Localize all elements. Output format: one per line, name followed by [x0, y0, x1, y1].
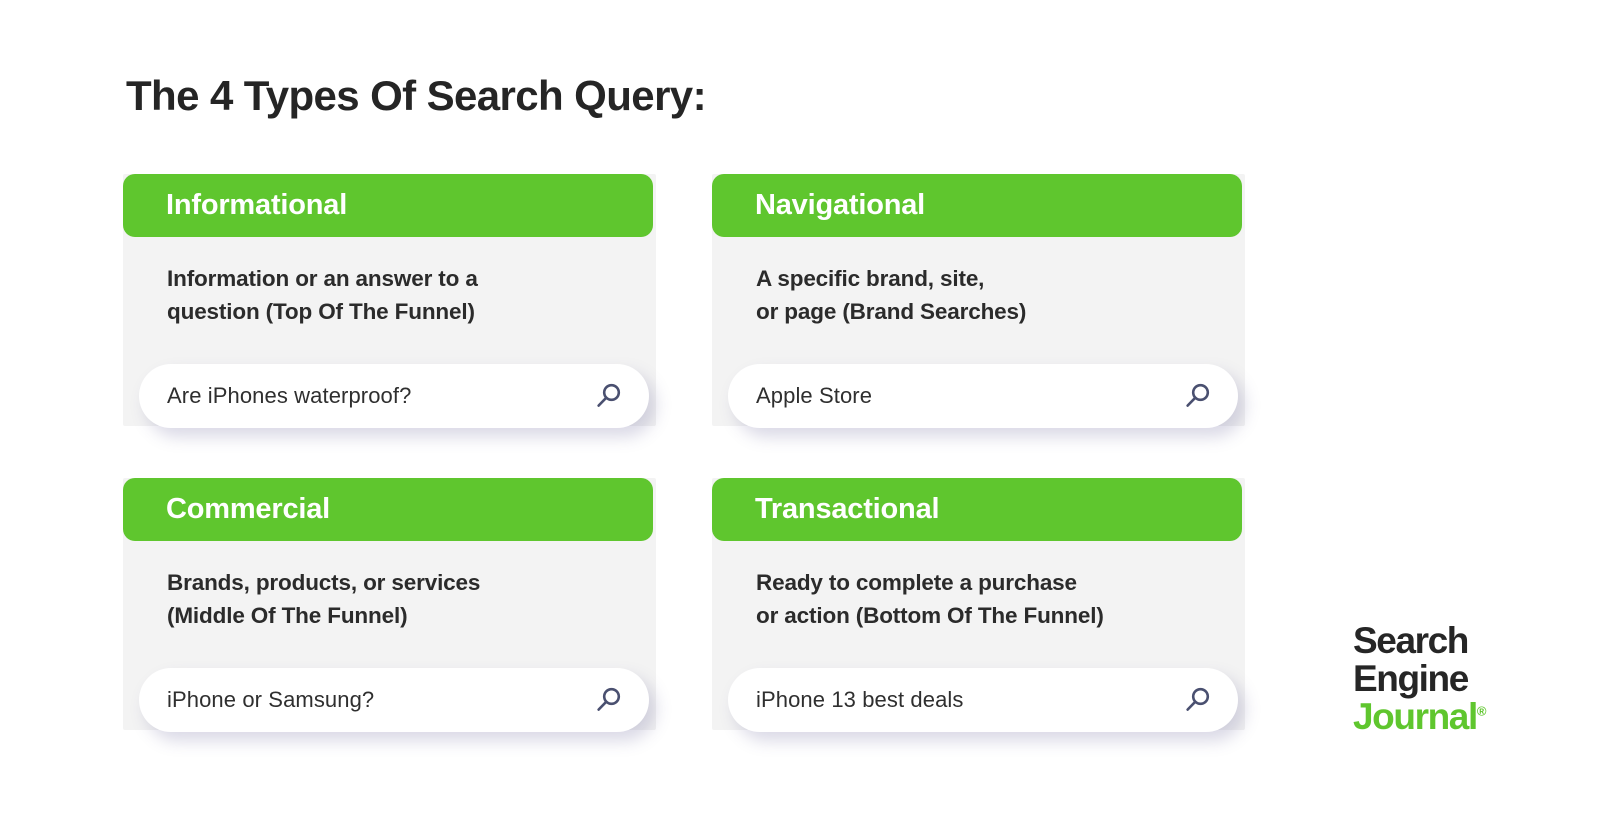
query-type-card-transactional: Transactional Ready to complete a purcha…	[712, 478, 1245, 730]
query-type-card-navigational: Navigational A specific brand, site, or …	[712, 174, 1245, 426]
card-header: Navigational	[712, 174, 1242, 237]
search-bar[interactable]: Apple Store	[728, 364, 1238, 428]
card-description: A specific brand, site, or page (Brand S…	[756, 262, 1226, 328]
card-description: Ready to complete a purchase or action (…	[756, 566, 1226, 632]
logo-line-journal: Journal®	[1353, 698, 1486, 736]
search-icon[interactable]	[593, 381, 623, 411]
search-icon[interactable]	[593, 685, 623, 715]
registered-trademark-icon: ®	[1477, 704, 1487, 719]
card-header: Informational	[123, 174, 653, 237]
search-engine-journal-logo: Search Engine Journal®	[1353, 622, 1523, 736]
logo-line-engine: Engine	[1353, 660, 1523, 698]
card-title: Navigational	[755, 189, 925, 222]
search-icon[interactable]	[1182, 685, 1212, 715]
card-title: Informational	[166, 189, 347, 222]
search-bar[interactable]: iPhone or Samsung?	[139, 668, 649, 732]
card-header: Transactional	[712, 478, 1242, 541]
infographic-canvas: The 4 Types Of Search Query: Information…	[0, 0, 1600, 840]
search-bar[interactable]: iPhone 13 best deals	[728, 668, 1238, 732]
card-description: Information or an answer to a question (…	[167, 262, 637, 328]
card-description: Brands, products, or services (Middle Of…	[167, 566, 637, 632]
card-title: Commercial	[166, 493, 330, 526]
page-title: The 4 Types Of Search Query:	[126, 72, 706, 120]
logo-journal-text: Journal	[1353, 696, 1477, 737]
search-query-text: iPhone or Samsung?	[167, 687, 593, 713]
search-query-text: Apple Store	[756, 383, 1182, 409]
query-type-card-grid: Informational Information or an answer t…	[123, 174, 1233, 754]
card-header: Commercial	[123, 478, 653, 541]
query-type-card-informational: Informational Information or an answer t…	[123, 174, 656, 426]
search-query-text: iPhone 13 best deals	[756, 687, 1182, 713]
query-type-card-commercial: Commercial Brands, products, or services…	[123, 478, 656, 730]
logo-line-search: Search	[1353, 622, 1523, 660]
search-query-text: Are iPhones waterproof?	[167, 383, 593, 409]
card-title: Transactional	[755, 493, 939, 526]
search-icon[interactable]	[1182, 381, 1212, 411]
search-bar[interactable]: Are iPhones waterproof?	[139, 364, 649, 428]
